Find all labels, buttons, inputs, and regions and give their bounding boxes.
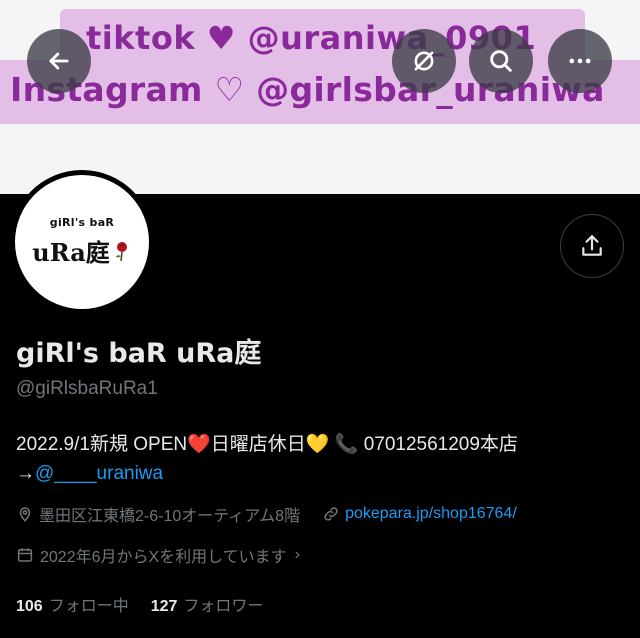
website-link[interactable]: pokepara.jp/shop16764/ [345,505,517,523]
profile-meta: 墨田区江東橋2-6-10オーティアム8階 pokepara.jp/shop167… [16,502,539,526]
location-pin-icon [19,507,31,522]
rose-icon [115,241,127,261]
avatar-logo-main-text: uRa庭 [32,238,110,267]
chevron-right-icon: › [294,546,301,563]
location-item: 墨田区江東橋2-6-10オーティアム8階 [16,502,300,526]
profile-bio: 2022.9/1新規 OPEN❤️日曜店休日💛 📞 07012561209本店 … [16,430,626,488]
bio-arrow: → [16,463,35,484]
following-count: 106 [16,598,43,615]
link-icon [324,507,338,521]
arrow-left-icon [49,52,69,70]
more-dots-icon [569,58,591,64]
share-icon [582,235,602,256]
location-text: 墨田区江東橋2-6-10オーティアム8階 [39,508,301,525]
calendar-icon [17,548,33,562]
bio-text-open: 2022.9/1新規 OPEN [16,434,188,455]
follow-stats: 106 フォロー中 127 フォロワー [16,592,285,616]
red-heart-emoji: ❤️ [187,434,211,455]
search-icon [490,50,512,72]
following-link[interactable]: 106 フォロー中 [16,592,129,616]
avatar-logo: giRl's baR uRa庭 [15,175,149,309]
banner-instagram-text: Instagram ♡ @girlsbar_uraniwa [0,60,640,124]
avatar-logo-small-text: giRl's baR [49,216,115,229]
share-button[interactable] [560,214,624,278]
profile-avatar[interactable]: giRl's baR uRa庭 [10,170,154,314]
followers-link[interactable]: 127 フォロワー [151,592,264,616]
user-handle: @giRlsbaRuRa1 [16,378,158,399]
joined-date-text: 2022年6月からXを利用しています [40,549,287,566]
website-item[interactable]: pokepara.jp/shop16764/ [322,505,517,523]
more-options-button[interactable] [548,29,612,93]
yellow-heart-emoji: 💛 [305,434,330,455]
avatar-logo-main: uRa庭 [32,233,132,268]
bio-text-phone: 07012561209本店 [363,434,518,455]
grok-icon [414,51,434,71]
bio-mention-link[interactable]: @____uraniwa [35,463,163,484]
grok-button[interactable] [392,29,456,93]
joined-date-row[interactable]: 2022年6月からXを利用しています › [16,543,300,567]
followers-count: 127 [150,598,178,615]
search-button[interactable] [469,29,533,93]
display-name: giRl's baR uRa庭 [16,338,262,369]
phone-emoji: 📞 [334,434,359,455]
following-label: フォロー中 [48,598,129,615]
profile-banner[interactable]: tiktok ♥ @uraniwa_0901 Instagram ♡ @girl… [0,0,640,194]
bio-text-closed-day: 日曜店休日 [210,434,306,455]
back-button[interactable] [27,29,91,93]
followers-label: フォロワー [183,598,264,615]
